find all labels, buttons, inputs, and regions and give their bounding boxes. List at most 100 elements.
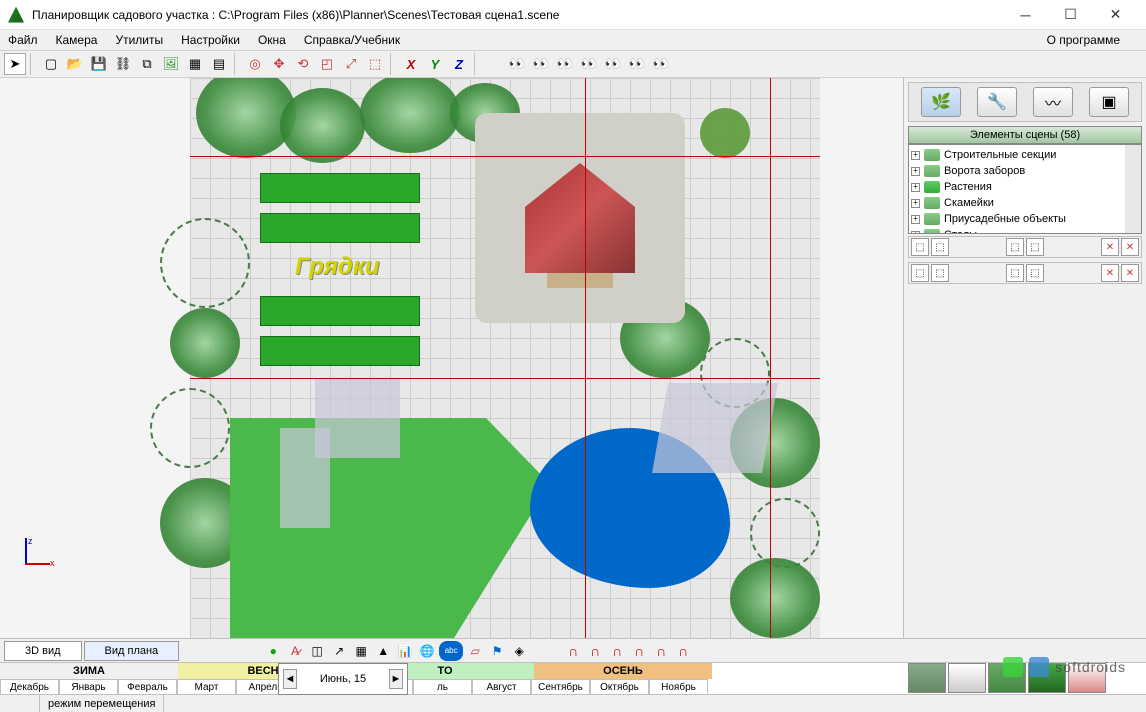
season-autumn[interactable]: ОСЕНЬ [534,663,712,679]
mini-btn[interactable]: ⬚ [1006,264,1024,282]
bush[interactable] [750,498,820,568]
tree-item[interactable]: +Приусадебные объекты [911,211,1139,227]
tree[interactable] [700,108,750,158]
menu-windows[interactable]: Окна [258,33,286,47]
month[interactable]: Сентябрь [531,679,590,695]
mini-btn[interactable]: ⬚ [1026,238,1044,256]
icon-flag[interactable]: ⚑ [487,641,507,661]
menu-camera[interactable]: Камера [56,33,98,47]
tool-binoc6[interactable]: 👀 [626,53,648,75]
tree[interactable] [730,558,820,638]
month[interactable]: ль [413,679,472,695]
magnet-icon[interactable]: ∩ [563,641,583,661]
tool-copy[interactable]: ⧉ [136,53,158,75]
garden-bed[interactable] [260,213,420,243]
mini-btn[interactable]: ✕ [1121,238,1139,256]
tool-binoc2[interactable]: 👀 [530,53,552,75]
menu-help[interactable]: Справка/Учебник [304,33,400,47]
mini-btn[interactable]: ✕ [1101,264,1119,282]
tool-link[interactable]: ⛓ [112,53,134,75]
magnet-icon[interactable]: ∩ [651,641,671,661]
date-prev[interactable]: ◄ [283,669,297,689]
month[interactable]: Декабрь [0,679,59,695]
magnet-icon[interactable]: ∩ [673,641,693,661]
mini-btn[interactable]: ⬚ [911,238,929,256]
icon-measure[interactable]: ↗ [329,641,349,661]
icon-tree[interactable]: ▲ [373,641,393,661]
magnet-icon[interactable]: ∩ [607,641,627,661]
tool-open[interactable]: 📂 [64,53,86,75]
tab-curve[interactable]: 〰 [1033,87,1073,117]
maximize-button[interactable]: ☐ [1048,1,1093,29]
close-button[interactable]: ✕ [1093,1,1138,29]
tab-measure[interactable]: 🔧 [977,87,1017,117]
mini-btn[interactable]: ✕ [1121,264,1139,282]
canvas-scene[interactable]: Грядки [190,78,820,638]
axis-x-button[interactable]: X [400,53,422,75]
tool-binoc7[interactable]: 👀 [650,53,672,75]
tree-item[interactable]: +Ворота заборов [911,163,1139,179]
tree[interactable] [280,88,365,163]
tool-image[interactable]: 🖼 [160,53,182,75]
tab-plants[interactable]: 🌿 [921,87,961,117]
axis-z-button[interactable]: Z [448,53,470,75]
tool-new[interactable]: ▢ [40,53,62,75]
bush[interactable] [160,218,250,308]
guide-horizontal[interactable] [190,156,820,157]
menu-utils[interactable]: Утилиты [115,33,163,47]
garden-bed[interactable] [260,296,420,326]
mini-btn[interactable]: ✕ [1101,238,1119,256]
tree-item[interactable]: +Столы [911,227,1139,234]
tool-binoc5[interactable]: 👀 [602,53,624,75]
tree-item[interactable]: +Строительные секции [911,147,1139,163]
garden-bed[interactable] [260,173,420,203]
month[interactable]: Ноябрь [649,679,708,695]
magnet-icon[interactable]: ∩ [629,641,649,661]
menu-about[interactable]: О программе [1047,33,1120,47]
scrollbar[interactable] [1125,145,1141,233]
tool-binoc1[interactable]: 👀 [506,53,528,75]
tool-binoc4[interactable]: 👀 [578,53,600,75]
month[interactable]: Март [177,679,236,695]
tab-planview[interactable]: Вид плана [84,641,180,661]
icon-square[interactable]: ◫ [307,641,327,661]
tool-binoc3[interactable]: 👀 [554,53,576,75]
tool-target[interactable]: ◎ [244,53,266,75]
guide-horizontal[interactable] [190,378,820,379]
icon-abc[interactable]: abc [439,641,463,661]
tool-resize[interactable]: ⤢ [340,53,362,75]
month[interactable]: Август [472,679,531,695]
menu-settings[interactable]: Настройки [181,33,240,47]
guide-vertical[interactable] [585,78,586,638]
month[interactable]: Январь [59,679,118,695]
tree-item[interactable]: +Растения [911,179,1139,195]
scene-tree[interactable]: +Строительные секции +Ворота заборов +Ра… [908,144,1142,234]
axis-y-button[interactable]: Y [424,53,446,75]
tool-tree-icon[interactable]: ▦ [184,53,206,75]
house[interactable] [475,113,685,323]
mini-btn[interactable]: ⬚ [931,238,949,256]
icon-tag[interactable]: ◈ [509,641,529,661]
tree[interactable] [170,308,240,378]
mini-btn[interactable]: ⬚ [931,264,949,282]
tab-3dview[interactable]: 3D вид [4,641,82,661]
path-area[interactable] [280,428,330,528]
menu-file[interactable]: Файл [8,33,38,47]
path-area[interactable] [652,383,778,473]
tool-paint[interactable]: ⬚ [364,53,386,75]
mini-btn[interactable]: ⬚ [1026,264,1044,282]
bush[interactable] [150,388,230,468]
minimize-button[interactable]: ─ [1003,1,1048,29]
date-next[interactable]: ► [389,669,403,689]
tool-pointer[interactable]: ➤ [4,53,26,75]
guide-vertical[interactable] [770,78,771,638]
tool-scale[interactable]: ◰ [316,53,338,75]
tree-item[interactable]: +Скамейки [911,195,1139,211]
season-winter[interactable]: ЗИМА [0,663,178,679]
icon-dot[interactable]: ● [263,641,283,661]
icon-globe[interactable]: 🌐 [417,641,437,661]
mini-btn[interactable]: ⬚ [911,264,929,282]
tool-move[interactable]: ✥ [268,53,290,75]
magnet-icon[interactable]: ∩ [585,641,605,661]
month[interactable]: Октябрь [590,679,649,695]
